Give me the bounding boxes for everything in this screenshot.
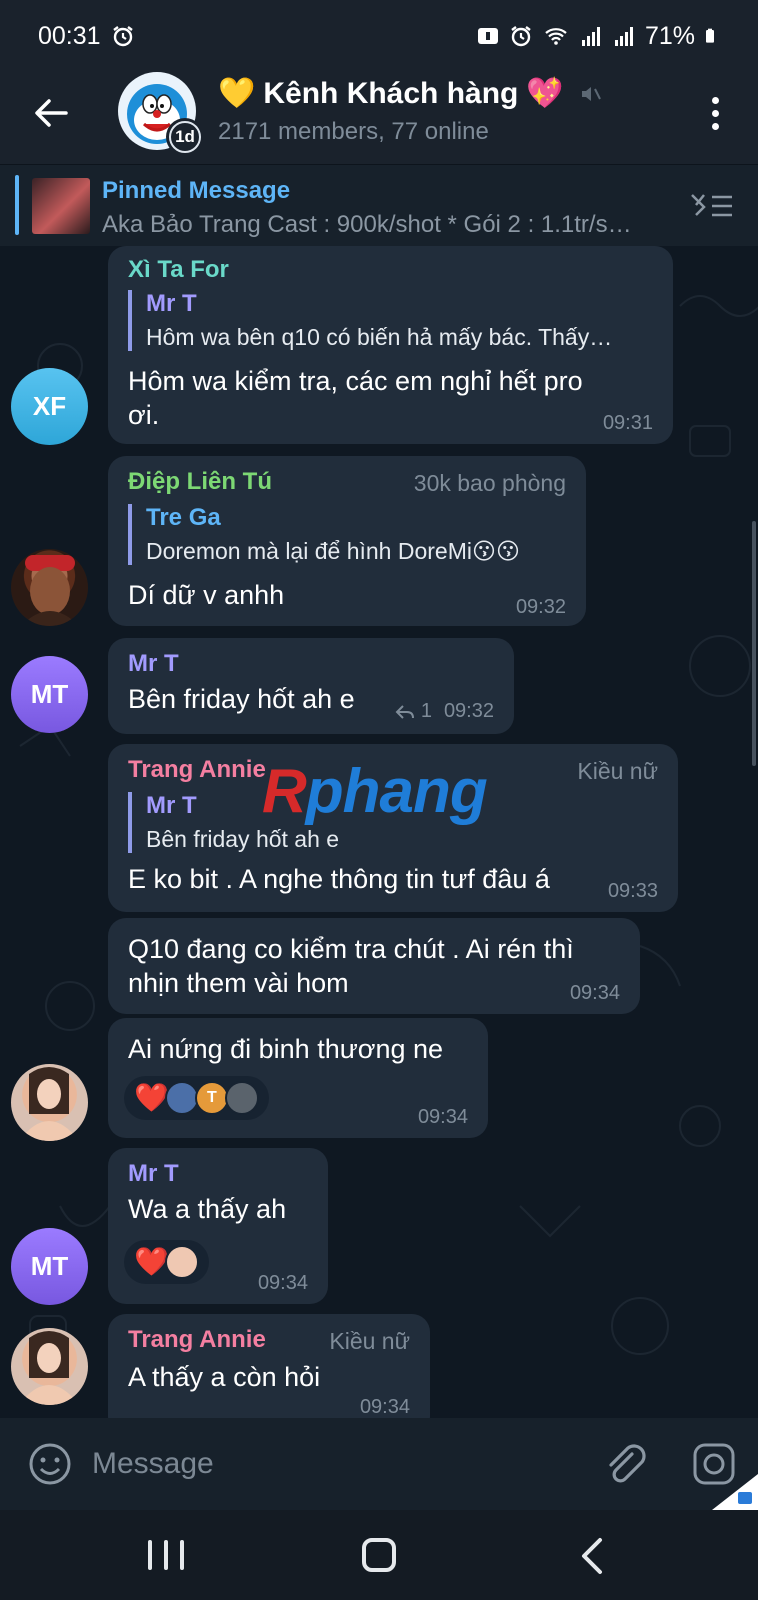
channel-subtitle: 2171 members, 77 online: [218, 118, 489, 145]
pinned-message-bar[interactable]: Pinned Message Aka Bảo Trang Cast : 900k…: [0, 164, 758, 246]
message-text: E ko bit . A nghe thông tin tưf đâu á: [128, 864, 550, 894]
reactor-avatar: T: [194, 1081, 229, 1115]
wifi-icon: [545, 28, 567, 45]
reactions-bar[interactable]: ❤️: [124, 1240, 209, 1284]
reactions-bar[interactable]: ❤️ T: [124, 1076, 269, 1120]
message-time: 09:33: [607, 880, 658, 902]
avatar[interactable]: MT: [11, 656, 88, 733]
reply-count: 1: [420, 700, 432, 722]
attach-icon[interactable]: [602, 1440, 646, 1488]
message-text: Q10 đang co kiểm tra chút . Ai rén thì n…: [128, 934, 574, 998]
status-bar: 00:31 71%: [0, 0, 758, 72]
reply-text: Bên friday hốt ah e: [146, 826, 340, 852]
reply-quote[interactable]: Tre Ga Doremon mà lại để hình DoreMi😗😗: [128, 504, 568, 565]
avatar[interactable]: [11, 1328, 88, 1405]
battery-icon: [706, 28, 714, 43]
reactor-avatar: [224, 1081, 259, 1115]
message-text: A thấy a còn hỏi: [128, 1362, 321, 1392]
yellow-heart-emoji: 💛: [218, 77, 256, 110]
message-bubble[interactable]: Q10 đang co kiểm tra chút . Ai rén thì n…: [108, 918, 640, 1014]
story-badge: 1d: [166, 118, 204, 156]
notification-icon: [477, 28, 498, 44]
message-bubble[interactable]: Ai nứng đi binh thương ne ❤️ T 09:34: [108, 1018, 488, 1138]
chat-header: 1d 💛 Kênh Khách hàng 💖 2171 members, 77 …: [0, 72, 758, 164]
reply-text: Hôm wa bên q10 có biến hả mấy bác. Thấy…: [146, 324, 613, 350]
home-button[interactable]: [362, 1538, 396, 1572]
author-rank: 30k bao phòng: [413, 470, 566, 496]
more-options-button[interactable]: [700, 90, 730, 136]
message-time: 09:34: [359, 1396, 410, 1418]
battery-percent: 71%: [644, 21, 695, 50]
message-text: Bên friday hốt ah e: [128, 684, 355, 714]
message-input-bar: [0, 1418, 758, 1510]
back-arrow-icon: [35, 99, 68, 127]
heart-reaction[interactable]: ❤️: [134, 1248, 169, 1276]
pinned-title: Pinned Message: [102, 177, 291, 204]
scrollbar[interactable]: [752, 521, 756, 766]
message-text: Dí dữ v anhh: [128, 580, 285, 610]
pinned-indicator: [15, 175, 19, 235]
user-photo-image: [19, 1331, 79, 1405]
message-author[interactable]: Trang Annie: [128, 756, 266, 784]
back-button[interactable]: [28, 90, 74, 136]
signal-icon: [581, 27, 600, 46]
message-bubble[interactable]: Trang Annie Kiều nữ A thấy a còn hỏi 09:…: [108, 1314, 430, 1418]
heart-reaction[interactable]: ❤️: [134, 1084, 169, 1112]
sparkling-heart-emoji: 💖: [526, 77, 564, 110]
muted-icon: [581, 86, 601, 101]
message-bubble[interactable]: Mr T Bên friday hốt ah e 1 09:32: [108, 638, 514, 734]
reply-arrow-icon: [395, 704, 414, 719]
message-time: 09:34: [257, 1272, 308, 1294]
recent-apps-button[interactable]: [148, 1540, 184, 1570]
reply-text: Doremon mà lại để hình DoreMi😗😗: [146, 538, 520, 564]
alarm-icon: [112, 26, 133, 47]
channel-title[interactable]: 💛 Kênh Khách hàng 💖: [218, 76, 602, 111]
reply-author: Mr T: [146, 290, 197, 317]
message-text: Hôm wa kiểm tra, các em nghỉ hết pro ơi.: [128, 366, 583, 430]
message-text: Ai nứng đi binh thương ne: [128, 1034, 444, 1064]
message-bubble[interactable]: Xì Ta For Mr T Hôm wa bên q10 có biến hả…: [108, 246, 673, 444]
message-author[interactable]: Mr T: [128, 650, 179, 678]
reply-author: Tre Ga: [146, 504, 221, 531]
chat-area[interactable]: Xì Ta For Mr T Hôm wa bên q10 có biến hả…: [0, 246, 758, 1418]
message-time: 09:34: [417, 1106, 468, 1128]
message-time: 1 09:32: [395, 700, 494, 723]
user-photo-image: [21, 555, 79, 626]
message-input[interactable]: [92, 1440, 572, 1488]
message-author[interactable]: Mr T: [128, 1160, 179, 1188]
message-time: 09:31: [602, 412, 653, 434]
message-author[interactable]: Xì Ta For: [128, 256, 229, 284]
site-watermark: Rphang: [262, 757, 488, 826]
avatar[interactable]: XF: [11, 368, 88, 445]
avatar[interactable]: MT: [11, 1228, 88, 1305]
message-text: Wa a thấy ah: [128, 1194, 287, 1224]
pinned-list-icon[interactable]: [688, 189, 736, 223]
message-time: 09:34: [569, 982, 620, 1004]
author-rank: Kiều nữ: [329, 1328, 410, 1354]
author-rank: Kiều nữ: [577, 758, 658, 784]
secure-folder-icon: [712, 1474, 758, 1510]
avatar[interactable]: [11, 1064, 88, 1141]
pinned-text: Aka Bảo Trang Cast : 900k/shot * Gói 2 :…: [102, 211, 632, 238]
pinned-thumbnail: [32, 178, 90, 234]
emoji-icon[interactable]: [28, 1442, 72, 1486]
message-bubble[interactable]: Mr T Wa a thấy ah ❤️ 09:34: [108, 1148, 328, 1304]
signal-icon-2: [614, 27, 633, 46]
reactor-avatar: [164, 1081, 199, 1115]
message-time: 09:32: [515, 596, 566, 618]
message-author[interactable]: Điệp Liên Tú: [128, 468, 272, 496]
nav-back-icon[interactable]: [578, 1536, 608, 1576]
alarm-icon-2: [511, 26, 531, 47]
message-bubble[interactable]: Điệp Liên Tú 30k bao phòng Tre Ga Doremo…: [108, 456, 586, 626]
user-photo-image: [19, 1067, 79, 1141]
reply-quote[interactable]: Mr T Hôm wa bên q10 có biến hả mấy bác. …: [128, 290, 653, 351]
system-nav-bar: [0, 1510, 758, 1600]
avatar[interactable]: [11, 549, 88, 626]
reactor-avatar: [164, 1245, 199, 1279]
status-time: 00:31: [38, 21, 101, 50]
message-author[interactable]: Trang Annie: [128, 1326, 266, 1354]
